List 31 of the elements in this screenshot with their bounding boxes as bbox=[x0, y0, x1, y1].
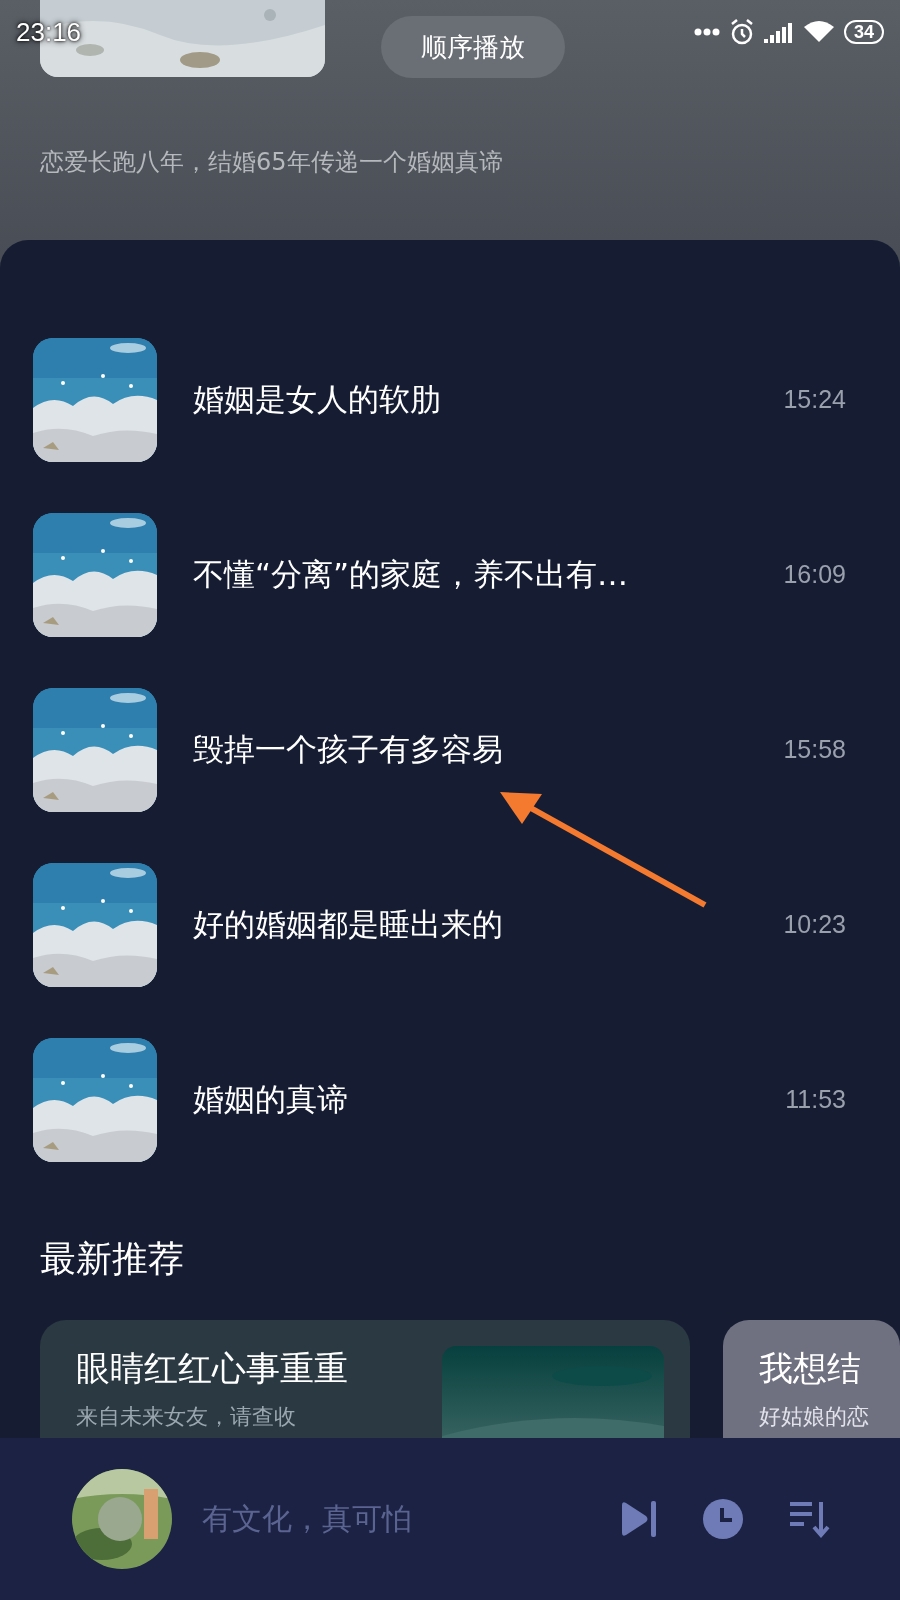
clock-icon bbox=[702, 1498, 744, 1540]
skip-next-icon bbox=[620, 1501, 658, 1537]
card-subtitle: 来自未来女友，请查收 bbox=[76, 1403, 297, 1431]
signal-icon bbox=[763, 21, 794, 43]
playlist-button[interactable] bbox=[788, 1500, 830, 1538]
track-duration: 16:09 bbox=[783, 560, 846, 589]
card-subtitle: 好姑娘的恋 bbox=[759, 1403, 870, 1431]
battery-icon: 34 bbox=[843, 20, 884, 44]
track-title[interactable]: 好的婚姻都是睡出来的 bbox=[193, 903, 784, 946]
track-title[interactable]: 婚姻是女人的软肋 bbox=[193, 378, 784, 421]
now-playing-title: 有文化，真可怕 bbox=[202, 1499, 413, 1538]
track-duration: 15:58 bbox=[783, 735, 846, 764]
track-title[interactable]: 婚姻的真谛 bbox=[193, 1078, 786, 1121]
track-duration: 10:23 bbox=[783, 910, 846, 939]
track-duration: 15:24 bbox=[783, 385, 846, 414]
recommend-card[interactable]: 我想结 好姑娘的恋 bbox=[723, 1320, 900, 1438]
track-duration: 11:53 bbox=[785, 1085, 846, 1114]
section-heading: 最新推荐 bbox=[39, 1237, 185, 1281]
play-mode-button[interactable]: 顺序播放 bbox=[381, 16, 565, 78]
more-icon bbox=[693, 28, 720, 36]
card-title: 我想结 bbox=[759, 1347, 862, 1390]
track-title[interactable]: 不懂“分离”的家庭，养不出有… bbox=[193, 553, 784, 596]
wifi-icon bbox=[803, 21, 834, 43]
recommend-card[interactable]: 眼睛红红心事重重 来自未来女友，请查收 bbox=[40, 1320, 690, 1438]
playlist-icon bbox=[788, 1500, 830, 1538]
timer-button[interactable] bbox=[702, 1498, 744, 1540]
card-title: 眼睛红红心事重重 bbox=[76, 1347, 349, 1390]
alarm-icon bbox=[729, 19, 754, 45]
track-title[interactable]: 毁掉一个孩子有多容易 bbox=[193, 728, 784, 771]
next-button[interactable] bbox=[620, 1501, 658, 1537]
album-description: 恋爱长跑八年，结婚65年传递一个婚姻真谛 bbox=[40, 147, 504, 178]
